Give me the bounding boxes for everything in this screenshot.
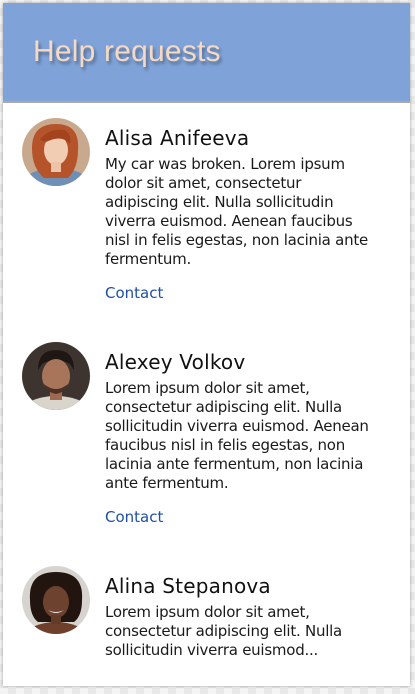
requester-name: Alina Stepanova: [105, 574, 271, 598]
request-message: Lorem ipsum dolor sit amet, consectetur …: [105, 379, 369, 492]
avatar: [22, 566, 90, 634]
contact-link[interactable]: Contact: [105, 284, 163, 302]
contact-link[interactable]: Contact: [105, 508, 163, 526]
help-requests-screen: Help requests Alisa Anifeeva My car was …: [3, 3, 410, 686]
requester-name: Alisa Anifeeva: [105, 126, 250, 150]
avatar: [22, 342, 90, 410]
list-item: Alisa Anifeeva My car was broken. Lorem …: [3, 118, 410, 318]
list-item: Alexey Volkov Lorem ipsum dolor sit amet…: [3, 342, 410, 542]
list-item: Alina Stepanova Lorem ipsum dolor sit am…: [3, 566, 410, 686]
requester-name: Alexey Volkov: [105, 350, 246, 374]
page-title: Help requests: [33, 35, 221, 68]
request-message: Lorem ipsum dolor sit amet, consectetur …: [105, 603, 342, 659]
request-message: My car was broken. Lorem ipsum dolor sit…: [105, 155, 368, 268]
app-header: Help requests: [3, 3, 410, 103]
avatar: [22, 118, 90, 186]
